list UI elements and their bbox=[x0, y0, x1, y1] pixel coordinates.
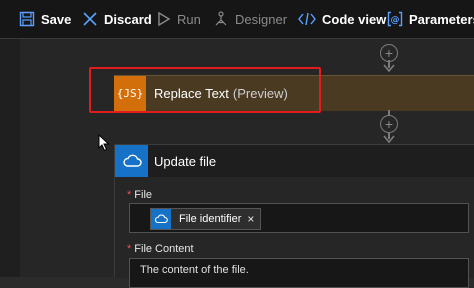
onedrive-cloud-icon bbox=[151, 209, 171, 229]
run-button[interactable]: Run bbox=[157, 0, 201, 38]
required-marker: * bbox=[127, 189, 132, 201]
file-content-value: The content of the file. bbox=[140, 264, 249, 276]
parameters-button[interactable]: @ Parameters bbox=[387, 0, 474, 38]
left-rail bbox=[0, 39, 20, 277]
save-label: Save bbox=[41, 11, 72, 27]
discard-icon bbox=[83, 12, 97, 26]
file-label-text: File bbox=[134, 189, 153, 201]
code-view-label: Code view bbox=[322, 11, 387, 27]
code-view-icon bbox=[298, 12, 316, 26]
highlight-box bbox=[89, 67, 321, 113]
mouse-cursor-icon bbox=[98, 134, 110, 152]
token-label: File identifier bbox=[179, 213, 242, 225]
file-identifier-token[interactable]: File identifier × bbox=[150, 208, 262, 230]
designer-label: Designer bbox=[235, 11, 288, 27]
update-file-header[interactable]: Update file bbox=[115, 145, 474, 177]
svg-text:@: @ bbox=[391, 16, 400, 26]
update-file-action: Update file * File File identifier × * Fil… bbox=[114, 144, 474, 288]
designer-icon bbox=[215, 11, 227, 26]
designer-button[interactable]: Designer bbox=[213, 0, 287, 38]
remove-token-icon[interactable]: × bbox=[247, 212, 254, 226]
update-file-body: * File File identifier × * File Content Th… bbox=[115, 177, 474, 288]
required-marker: * bbox=[127, 243, 132, 255]
run-label: Run bbox=[177, 11, 201, 27]
content-label-text: File Content bbox=[134, 243, 194, 255]
file-content-input[interactable]: The content of the file. bbox=[129, 258, 469, 288]
file-field-label: * File bbox=[127, 189, 152, 201]
toolbar: Save Discard Run Designer Code view @ Pa… bbox=[0, 0, 474, 39]
save-icon bbox=[19, 11, 35, 27]
update-file-title: Update file bbox=[154, 153, 217, 169]
run-icon bbox=[158, 11, 171, 27]
parameters-label: Parameters bbox=[409, 11, 474, 27]
discard-label: Discard bbox=[104, 11, 152, 27]
add-step-icon[interactable]: + bbox=[380, 115, 398, 133]
parameters-icon: @ bbox=[387, 11, 403, 27]
discard-button[interactable]: Discard bbox=[82, 0, 152, 38]
arrow-down-icon bbox=[383, 135, 395, 143]
content-field-label: * File Content bbox=[127, 243, 194, 255]
save-button[interactable]: Save bbox=[19, 0, 71, 38]
arrow-down-icon bbox=[383, 64, 395, 72]
code-view-button[interactable]: Code view bbox=[298, 0, 386, 38]
file-input[interactable]: File identifier × bbox=[129, 203, 469, 233]
onedrive-cloud-icon bbox=[115, 145, 148, 177]
